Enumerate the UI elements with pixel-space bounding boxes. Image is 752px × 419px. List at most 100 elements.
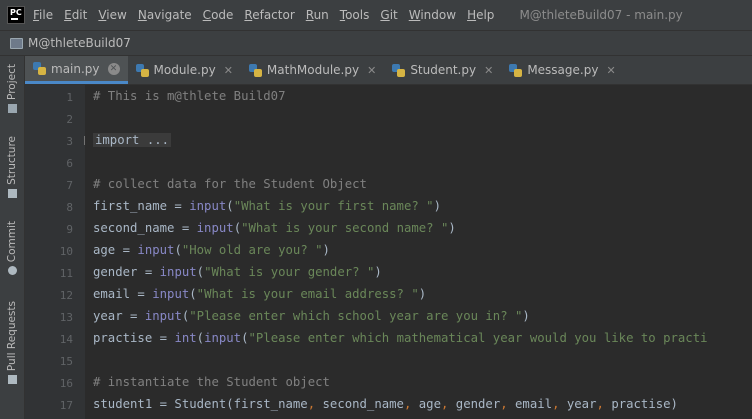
code-line[interactable]: # This is m@thlete Build07 <box>93 89 286 103</box>
code-line[interactable]: # instantiate the Student object <box>93 375 330 389</box>
code-token: email <box>515 397 553 411</box>
menu-label: ile <box>39 8 54 22</box>
close-icon[interactable]: ✕ <box>606 64 615 77</box>
tool-window-strip: Project Structure Commit Pull Requests <box>0 56 25 419</box>
code-token: gender = <box>93 265 160 279</box>
pull-request-icon <box>7 375 17 385</box>
line-number: 7 <box>66 179 73 192</box>
menu-label: iew <box>106 8 127 22</box>
tab-mathmodule-py[interactable]: MathModule.py ✕ <box>241 56 384 84</box>
menu-mnemonic: E <box>64 8 72 22</box>
close-icon[interactable]: ✕ <box>484 64 493 77</box>
commit-icon <box>7 266 17 276</box>
tool-window-commit[interactable]: Commit <box>0 221 24 276</box>
code-token: age <box>418 397 441 411</box>
menu-refactor[interactable]: Refactor <box>244 8 294 22</box>
code-token: ) <box>522 309 530 323</box>
code-token: second_name <box>322 397 404 411</box>
code-line[interactable]: import ... <box>93 133 172 147</box>
code-token: ) <box>418 287 427 301</box>
code-token: ( <box>233 221 242 235</box>
code-token: email = <box>93 287 153 301</box>
menu-view[interactable]: View <box>98 8 126 22</box>
code-token: ( <box>189 287 197 301</box>
menu-code[interactable]: Code <box>203 8 234 22</box>
window-title: M@thleteBuild07 - main.py <box>519 8 683 22</box>
code-line[interactable]: # collect data for the Student Object <box>93 177 367 191</box>
tab-label: Module.py <box>153 63 216 77</box>
line-number: 15 <box>59 355 73 368</box>
tab-label: main.py <box>51 61 100 76</box>
code-token: input <box>159 265 197 279</box>
tab-message-py[interactable]: Message.py ✕ <box>501 56 623 84</box>
menu-bar: PC File Edit View Navigate Code Refactor Run To… <box>0 0 752 30</box>
menu-label: un <box>313 8 329 22</box>
menu-label: dit <box>71 8 88 22</box>
code-line[interactable]: year = input("Please enter which school … <box>93 309 530 323</box>
menu-mnemonic: W <box>408 8 421 22</box>
tab-module-py[interactable]: Module.py ✕ <box>128 56 241 84</box>
line-number: 16 <box>59 377 73 390</box>
menu-items: File Edit View Navigate Code Refactor Run Tools… <box>33 8 505 22</box>
code-token: "Please enter which mathematical year wo… <box>248 331 708 345</box>
code-token: input <box>204 331 242 345</box>
code-token: second_name = <box>93 221 197 235</box>
code-line[interactable]: email = input("What is your email addres… <box>93 287 426 301</box>
line-number: 9 <box>66 223 73 236</box>
code-line[interactable]: age = input("How old are you? ") <box>93 243 330 257</box>
code-token: gender <box>455 397 501 411</box>
code-token: ) <box>433 199 441 213</box>
code-token: input <box>144 309 182 323</box>
close-icon[interactable]: ✕ <box>224 64 233 77</box>
editor-tab-bar: main.py ✕ Module.py ✕ MathModule.py ✕ Student.… <box>25 56 752 85</box>
line-number: 12 <box>59 289 73 302</box>
menu-file[interactable]: File <box>33 8 53 22</box>
line-number: 10 <box>59 245 73 258</box>
tab-main-py[interactable]: main.py ✕ <box>25 56 128 84</box>
menu-git[interactable]: Git <box>380 8 397 22</box>
folder-icon <box>10 37 23 49</box>
code-token: input <box>152 287 190 301</box>
code-line[interactable]: gender = input("What is your gender? ") <box>93 265 382 279</box>
tool-window-pull-requests[interactable]: Pull Requests <box>0 301 24 385</box>
code-token: , <box>552 397 567 411</box>
code-line[interactable]: second_name = input("What is your second… <box>93 221 456 235</box>
code-token: ( <box>196 331 205 345</box>
menu-tools[interactable]: Tools <box>340 8 370 22</box>
code-token: input <box>189 199 227 213</box>
menu-label: ools <box>345 8 370 22</box>
tool-window-label: Commit <box>6 221 18 263</box>
code-line[interactable]: practise = int(input("Please enter which… <box>93 331 708 345</box>
menu-label: ode <box>211 8 234 22</box>
code-token: input <box>137 243 175 257</box>
breadcrumb: M@thleteBuild07 <box>0 30 752 56</box>
tab-label: Message.py <box>527 63 599 77</box>
menu-help[interactable]: Help <box>467 8 494 22</box>
tool-window-label: Pull Requests <box>6 301 18 372</box>
code-token: ( <box>174 243 182 257</box>
menu-window[interactable]: Window <box>409 8 456 22</box>
code-token: ( <box>226 199 234 213</box>
tab-student-py[interactable]: Student.py ✕ <box>384 56 501 84</box>
menu-mnemonic: N <box>137 8 147 22</box>
menu-label: elp <box>476 8 495 22</box>
menu-edit[interactable]: Edit <box>64 8 87 22</box>
close-icon[interactable]: ✕ <box>107 62 120 75</box>
breadcrumb-project[interactable]: M@thleteBuild07 <box>28 36 131 50</box>
code-token: first_name = <box>93 199 190 213</box>
code-token: # collect data for the Student Object <box>93 177 367 191</box>
code-token: input <box>196 221 234 235</box>
code-token: year = <box>93 309 145 323</box>
code-token: ) <box>374 265 382 279</box>
code-line[interactable]: student1 = Student(first_name, second_na… <box>93 397 678 411</box>
tool-window-structure[interactable]: Structure <box>0 136 24 198</box>
close-icon[interactable]: ✕ <box>367 64 376 77</box>
menu-navigate[interactable]: Navigate <box>138 8 192 22</box>
menu-run[interactable]: Run <box>306 8 329 22</box>
python-file-icon <box>248 63 262 77</box>
code-token: ( <box>241 331 249 345</box>
folded-imports[interactable]: import ... <box>93 133 172 147</box>
code-editor[interactable]: # This is m@thlete Build07 import ... # co… <box>85 85 752 419</box>
code-line[interactable]: first_name = input("What is your first n… <box>93 199 441 213</box>
tool-window-project[interactable]: Project <box>0 64 24 113</box>
